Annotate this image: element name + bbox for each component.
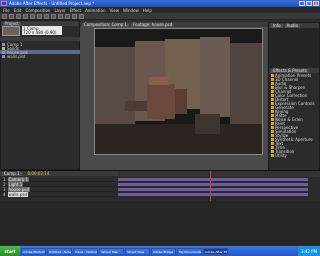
effect-folder-icon xyxy=(271,113,274,117)
fx-list-item[interactable]: Utility xyxy=(269,153,319,158)
minimize-icon[interactable]: _ xyxy=(299,1,305,6)
menu-window[interactable]: Window xyxy=(123,8,139,13)
hand-tool-icon[interactable] xyxy=(9,13,14,19)
effect-folder-icon xyxy=(271,133,274,137)
maximize-icon[interactable]: □ xyxy=(306,1,312,6)
rock xyxy=(195,114,220,134)
layer-bar[interactable] xyxy=(118,188,308,191)
pen-tool-icon[interactable] xyxy=(51,13,56,19)
effect-folder-icon xyxy=(271,137,274,141)
close-icon[interactable]: × xyxy=(313,1,319,6)
effect-folder-icon xyxy=(271,117,274,121)
eraser-tool-icon[interactable] xyxy=(79,13,84,19)
fx-list: Animation Presets 3D Channel Audio Blur & S… xyxy=(269,73,319,158)
wall-back-right xyxy=(200,37,230,117)
pan-behind-tool-icon[interactable] xyxy=(37,13,42,19)
effect-folder-icon xyxy=(271,141,274,145)
project-search-row xyxy=(0,37,80,41)
effect-folder-icon xyxy=(271,129,274,133)
effect-folder-icon xyxy=(271,101,274,105)
effect-folder-icon xyxy=(271,85,274,89)
tools-toolbar xyxy=(0,13,320,20)
start-button[interactable]: start xyxy=(0,246,20,256)
tab-project[interactable]: Project xyxy=(3,21,21,26)
brush-tool-icon[interactable] xyxy=(65,13,70,19)
taskbar-item[interactable]: Adobe After Effects xyxy=(203,247,228,255)
floor xyxy=(95,124,262,154)
text-tool-icon[interactable] xyxy=(58,13,63,19)
project-list: Comp 1 Solids house.psd walls.psd xyxy=(0,42,80,59)
menu-view[interactable]: View xyxy=(110,8,120,13)
rotate-tool-icon[interactable] xyxy=(23,13,28,19)
menu-composition[interactable]: Composition xyxy=(25,8,50,13)
table-row[interactable]: 4 walls.psd xyxy=(0,191,115,197)
layer-bar[interactable] xyxy=(118,193,308,196)
current-time[interactable]: 0;00;02;14 xyxy=(28,171,50,176)
taskbar-item[interactable]: Adobe Photoshop xyxy=(21,247,46,255)
effect-folder-icon xyxy=(271,77,274,81)
comp-viewport[interactable] xyxy=(94,28,263,155)
tab-info[interactable]: Info xyxy=(271,23,283,28)
effect-folder-icon xyxy=(271,105,274,109)
menu-file[interactable]: File xyxy=(3,8,10,13)
camera-tool-icon[interactable] xyxy=(30,13,35,19)
title-bar: Adobe After Effects - Untitled Project.a… xyxy=(0,0,320,7)
window-title: Adobe After Effects - Untitled Project.a… xyxy=(9,1,95,6)
effect-folder-icon xyxy=(271,153,274,157)
taskbar-item[interactable]: Inbox - Outlook xyxy=(73,247,98,255)
house-wing xyxy=(125,101,147,111)
effect-folder-icon xyxy=(271,145,274,149)
effect-folder-icon xyxy=(271,97,274,101)
taskbar-item[interactable]: Untitled - Notepad xyxy=(47,247,72,255)
tab-timeline-comp[interactable]: Comp 1 xyxy=(2,171,22,176)
timeline-panel: Comp 1 0;00;02;14 1 Camera 1 2 Light 1 3 ho… xyxy=(0,170,320,246)
effect-folder-icon xyxy=(271,121,274,125)
house-building xyxy=(147,84,175,119)
effect-folder-icon xyxy=(271,93,274,97)
folder-icon xyxy=(2,46,5,50)
project-thumbnail xyxy=(2,26,20,36)
house-annex xyxy=(175,89,187,114)
app-icon xyxy=(1,1,7,6)
effect-folder-icon xyxy=(271,149,274,153)
clone-tool-icon[interactable] xyxy=(72,13,77,19)
taskbar-item[interactable]: Adobe Bridge xyxy=(151,247,176,255)
project-info: 1 Comp 720 x 480 (0.90) xyxy=(22,26,62,35)
mask-tool-icon[interactable] xyxy=(44,13,49,19)
layer-bar[interactable] xyxy=(118,183,308,186)
effect-folder-icon xyxy=(271,125,274,129)
system-clock: 3:42 PM xyxy=(298,246,320,256)
effect-folder-icon xyxy=(271,89,274,93)
timeline-empty-area xyxy=(0,201,320,245)
layer-bar[interactable] xyxy=(118,178,308,181)
menu-edit[interactable]: Edit xyxy=(14,8,22,13)
layer-list: 1 Camera 1 2 Light 1 3 house.psd 4 walls.psd xyxy=(0,176,115,197)
house-roof xyxy=(149,77,169,85)
footage-icon xyxy=(2,54,5,58)
taskbar: start Adobe Photoshop Untitled - Notepad… xyxy=(0,246,320,256)
zoom-tool-icon[interactable] xyxy=(16,13,21,19)
taskbar-item[interactable]: My Documents xyxy=(177,247,202,255)
footage-icon xyxy=(2,50,5,54)
info-line: 720 x 480 (0.90) xyxy=(23,30,57,35)
taskbar-item[interactable]: Street View xyxy=(125,247,150,255)
info-area xyxy=(269,28,319,68)
selection-tool-icon[interactable] xyxy=(2,13,7,19)
effect-folder-icon xyxy=(271,109,274,113)
tab-audio[interactable]: Audio xyxy=(284,23,300,28)
comp-icon xyxy=(2,42,5,46)
taskbar-item[interactable]: Yahoo! Mail xyxy=(99,247,124,255)
playhead[interactable] xyxy=(210,171,211,201)
menu-help[interactable]: Help xyxy=(143,8,152,13)
comp-tabbar: Composition: Comp 1 Footage: house.psd xyxy=(80,22,280,27)
menu-layer[interactable]: Layer xyxy=(54,8,65,13)
tab-composition[interactable]: Composition: Comp 1 xyxy=(82,22,130,27)
menu-effect[interactable]: Effect xyxy=(70,8,82,13)
menu-animation[interactable]: Animation xyxy=(85,8,105,13)
time-ruler[interactable] xyxy=(118,171,320,177)
tab-footage[interactable]: Footage: house.psd xyxy=(131,22,175,27)
effect-folder-icon xyxy=(271,81,274,85)
effect-folder-icon xyxy=(271,73,274,77)
list-item[interactable]: walls.psd xyxy=(0,54,80,59)
